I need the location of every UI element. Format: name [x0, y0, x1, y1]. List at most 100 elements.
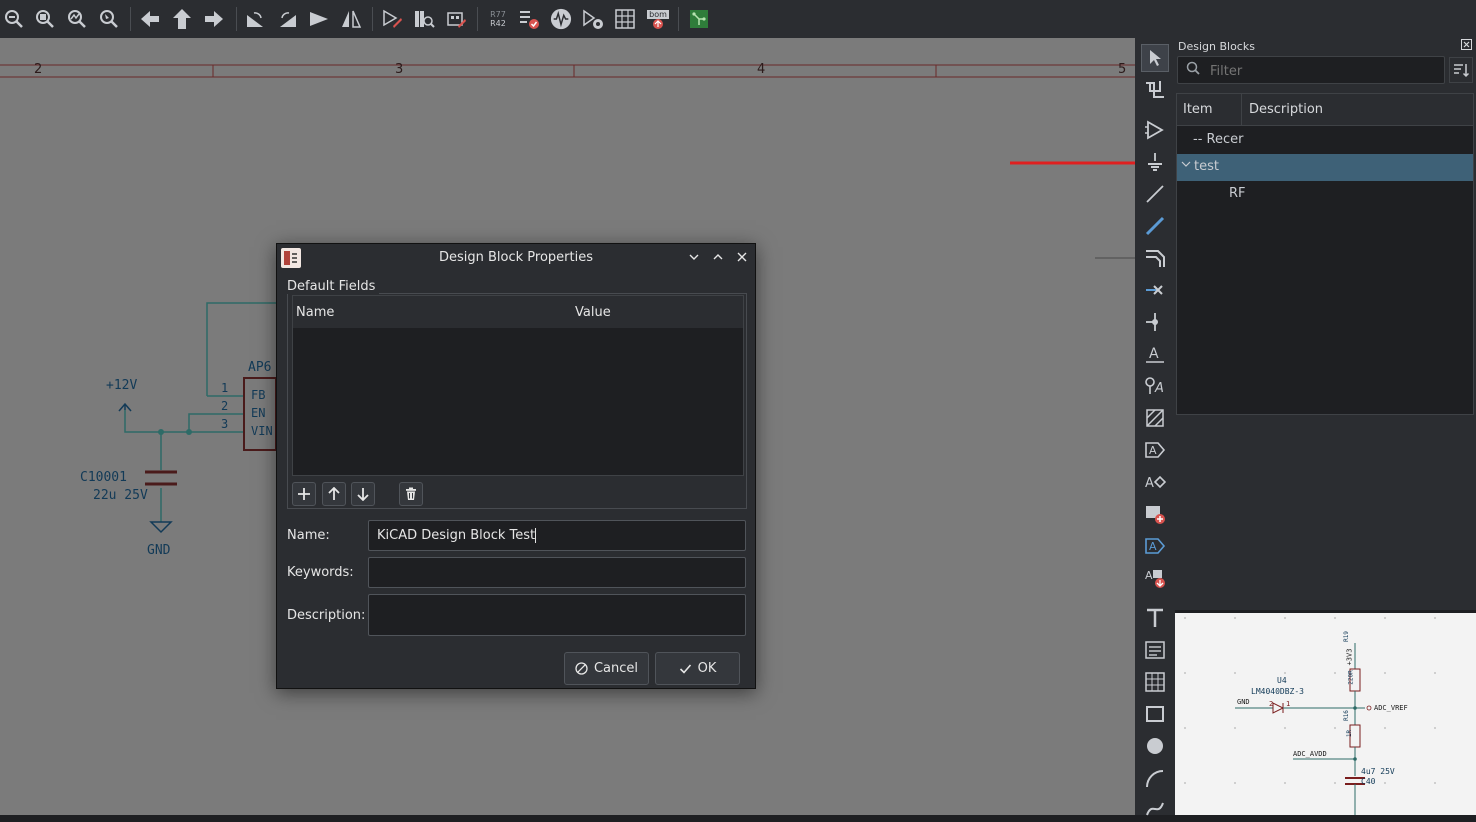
add-text-icon[interactable] [1141, 604, 1169, 632]
annotate-top-text: R77 [490, 10, 506, 19]
resistor-value: 1R [1346, 729, 1354, 738]
add-net-class-icon[interactable]: A [1141, 372, 1169, 400]
symbol-editor-icon[interactable] [381, 8, 403, 30]
add-symbol-icon[interactable] [1141, 116, 1169, 144]
panel-title: Design Blocks [1178, 40, 1255, 53]
chevron-down-icon[interactable] [1181, 158, 1191, 173]
close-icon[interactable] [734, 249, 750, 265]
tree-row-label: -- Recer [1193, 132, 1244, 147]
svg-text:A: A [1145, 569, 1153, 582]
bom-table-icon[interactable] [614, 8, 636, 30]
keywords-field[interactable] [368, 557, 746, 588]
add-rule-area-icon[interactable] [1141, 404, 1169, 432]
arrow-up-icon [328, 487, 340, 500]
import-sheet-pin-icon[interactable]: A [1141, 532, 1169, 560]
svg-text:A: A [1154, 381, 1164, 396]
column-description[interactable]: Description [1249, 102, 1323, 117]
mirror-horizontal-icon[interactable] [308, 8, 330, 30]
pcb-editor-icon[interactable] [688, 8, 710, 30]
add-hier-label-icon[interactable]: A [1141, 468, 1169, 496]
svg-text:A: A [1149, 346, 1159, 362]
maximize-icon[interactable] [710, 249, 726, 265]
tree-row-label: RF [1229, 186, 1246, 201]
name-field[interactable]: KiCAD Design Block Test [368, 520, 746, 551]
cancel-button[interactable]: Cancel [564, 652, 649, 685]
main-toolbar: R77 R42 bom [0, 0, 1476, 38]
footprint-assign-icon[interactable] [445, 8, 467, 30]
navigate-up-icon[interactable] [171, 8, 193, 30]
filter-input[interactable] [1208, 57, 1442, 85]
select-icon[interactable] [1141, 44, 1169, 72]
rotate-cw-icon[interactable] [277, 8, 299, 30]
navigate-back-icon[interactable] [139, 8, 161, 30]
add-rectangle-icon[interactable] [1141, 700, 1169, 728]
zoom-objects-icon[interactable] [66, 8, 88, 30]
add-textbox-icon[interactable] [1141, 636, 1169, 664]
minimize-icon[interactable] [686, 249, 702, 265]
gnd-label: GND [1237, 698, 1250, 706]
column-separator [1241, 94, 1242, 125]
add-sheet-icon[interactable] [1141, 500, 1169, 528]
design-block-properties-dialog: Design Block Properties Default Fields N… [276, 243, 756, 689]
pin-name: EN [251, 406, 266, 420]
add-line-icon[interactable] [1141, 180, 1169, 208]
resistor-value: 220R [1347, 670, 1355, 685]
no-connect-icon[interactable] [1141, 276, 1169, 304]
pin-number: 3 [221, 417, 229, 431]
fields-grid[interactable]: Name Value [292, 295, 744, 476]
ok-button[interactable]: OK [655, 652, 740, 685]
ok-label: OK [697, 661, 717, 676]
annotate-icon[interactable]: R77 R42 [484, 8, 512, 30]
svg-text:A: A [1149, 444, 1157, 457]
zoom-fit-icon[interactable] [34, 8, 56, 30]
add-bus-icon[interactable] [1141, 244, 1169, 272]
rotate-ccw-icon[interactable] [244, 8, 266, 30]
sync-sheet-pins-icon[interactable]: A [1141, 564, 1169, 592]
tree-row[interactable]: test [1177, 154, 1473, 181]
tree-row[interactable]: RF [1177, 181, 1473, 208]
zoom-selection-icon[interactable] [98, 8, 120, 30]
move-down-button[interactable] [351, 482, 375, 506]
navigate-forward-icon[interactable] [203, 8, 225, 30]
add-junction-icon[interactable] [1141, 308, 1169, 336]
add-table-icon[interactable] [1141, 668, 1169, 696]
power-label: +12V [106, 378, 138, 393]
spice-icon[interactable] [582, 8, 604, 30]
description-label: Description: [287, 608, 366, 623]
column-item[interactable]: Item [1183, 102, 1213, 117]
add-field-button[interactable] [292, 482, 316, 506]
chip-name: AP6 [248, 360, 272, 375]
dialog-titlebar[interactable]: Design Block Properties [277, 244, 755, 272]
pin-number: 1 [221, 381, 229, 395]
tree-row[interactable]: -- Recer [1177, 127, 1473, 154]
mirror-vertical-icon[interactable] [340, 8, 362, 30]
column-value[interactable]: Value [575, 305, 611, 320]
symbol-library-browser-icon[interactable] [413, 8, 435, 30]
design-block-tree[interactable]: Item Description -- Recer test RF [1176, 93, 1474, 415]
highlight-net-icon[interactable] [1141, 76, 1169, 104]
close-icon[interactable] [1461, 39, 1472, 53]
add-circle-icon[interactable] [1141, 732, 1169, 760]
add-power-icon[interactable] [1141, 148, 1169, 176]
tree-row-label: test [1194, 159, 1219, 174]
ruler-number: 2 [34, 62, 43, 77]
resistor-ref: R16 [1342, 710, 1350, 721]
sort-icon[interactable] [1449, 57, 1473, 83]
tree-header: Item Description [1177, 94, 1473, 126]
column-name[interactable]: Name [296, 305, 334, 320]
erc-icon[interactable] [518, 8, 540, 30]
description-field[interactable] [368, 594, 746, 636]
grid-header: Name Value [293, 296, 743, 328]
delete-field-button[interactable] [399, 482, 423, 506]
zoom-out-icon[interactable] [3, 8, 25, 30]
bom-export-icon[interactable]: bom [645, 8, 671, 30]
simulator-icon[interactable] [550, 8, 572, 30]
add-label-icon[interactable]: A [1141, 340, 1169, 368]
add-global-label-icon[interactable]: A [1141, 436, 1169, 464]
add-arc-icon[interactable] [1141, 764, 1169, 792]
cap-value: 4u7 25V [1361, 767, 1395, 776]
add-bezier-icon[interactable] [1141, 794, 1169, 822]
add-wire-icon[interactable] [1141, 212, 1169, 240]
move-up-button[interactable] [322, 482, 346, 506]
filter-field[interactable] [1177, 56, 1445, 85]
